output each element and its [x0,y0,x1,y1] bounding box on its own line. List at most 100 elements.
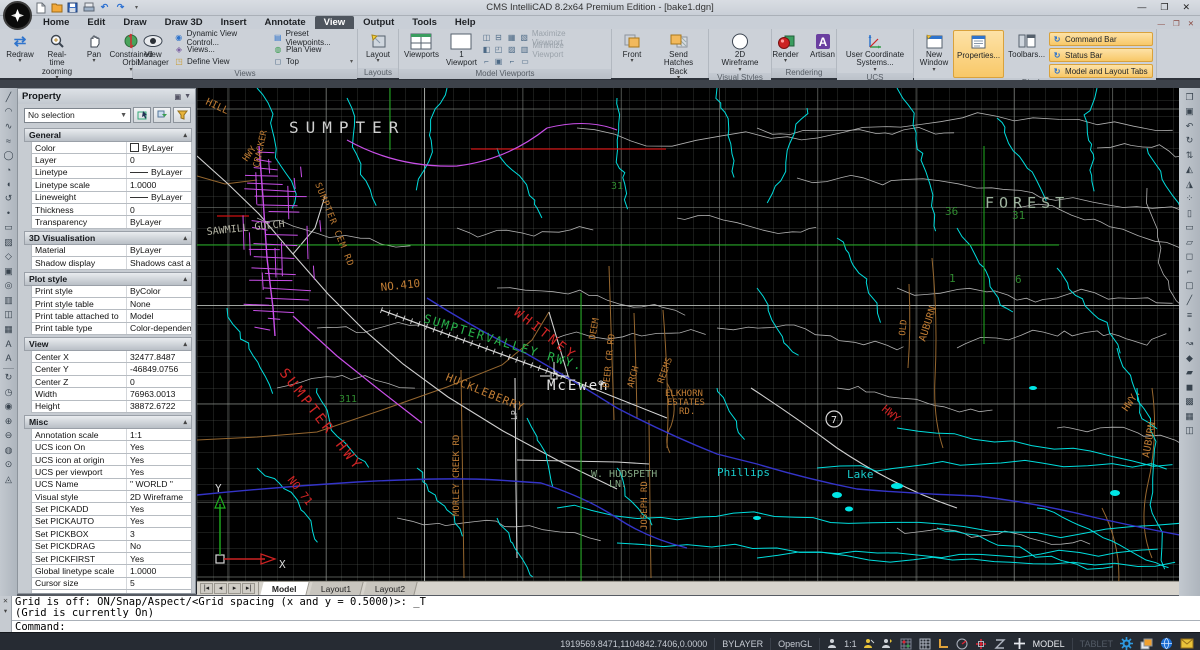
scale-icon[interactable]: ▯ [1181,206,1198,221]
property-value[interactable]: ByLayer [127,167,191,178]
property-row-linetype[interactable]: LinetypeByLayer [31,167,192,179]
prev-sheet-icon[interactable]: ◂ [214,583,227,594]
property-value[interactable]: Yes [127,590,191,593]
top-view-item[interactable]: ◻Top▾ [271,56,355,67]
globe-icon[interactable] [1160,637,1173,650]
property-row-ucs-icon-on[interactable]: UCS icon OnYes [31,441,192,453]
property-value[interactable]: 1.0000 [127,179,191,190]
model-space-indicator[interactable]: MODEL [1033,639,1065,649]
polar-tracking-icon[interactable] [956,638,968,650]
collapse-icon[interactable]: ▴ [183,234,187,242]
rotate-icon[interactable]: ↻ [1181,134,1198,149]
property-row-shadow-display[interactable]: Shadow displayShadows cast and rec... [31,257,192,269]
settings-gear-icon[interactable] [1120,637,1133,650]
mail-icon[interactable] [1180,638,1194,649]
bylayer-indicator[interactable]: BYLAYER [722,639,763,649]
solid-icon[interactable]: ◼ [1181,380,1198,395]
property-value[interactable]: 0 [127,204,191,215]
auto-annotation-icon[interactable] [882,638,893,649]
property-value[interactable]: None [127,298,191,309]
property-value[interactable]: 3 [127,528,191,539]
redraw-button[interactable]: ⇄ Redraw▾ [2,30,38,81]
sheet-tab-model[interactable]: Model [260,582,309,595]
collapse-icon[interactable]: ▴ [183,340,187,348]
property-value[interactable]: Yes [127,466,191,477]
property-row-center-y[interactable]: Center Y-46849.0756 [31,363,192,375]
redraw-tool-icon[interactable]: ↻ [1,371,16,386]
snap-icon[interactable] [900,638,912,650]
property-row-annotation-scale[interactable]: Annotation scale1:1 [31,429,192,441]
property-value[interactable]: Color-dependent print ... [127,323,191,334]
toolbars-button[interactable]: Toolbars... [1005,30,1048,78]
property-row-print-style[interactable]: Print styleByColor [31,286,192,298]
menu-tab-draw-3d[interactable]: Draw 3D [156,16,212,29]
layout-button[interactable]: Layout▾ [360,30,396,68]
section-header-3d-visualisation[interactable]: 3D Visualisation▴ [24,231,192,245]
point-tool-icon[interactable]: • [1,206,16,221]
tablet-indicator[interactable]: TABLET [1080,639,1113,649]
collapse-icon[interactable]: ▴ [183,275,187,283]
join-icon[interactable]: ≡ [1181,308,1198,323]
property-row-layer[interactable]: Layer0 [31,154,192,166]
status-bar-toggle[interactable]: ↻Status Bar [1049,48,1153,62]
text-tool-icon[interactable]: A [1,337,16,352]
property-value[interactable]: 38872.6722 [127,401,191,412]
property-value[interactable]: Shadows cast and rec... [127,257,191,268]
property-row-linetype-scale[interactable]: Linetype scale1.0000 [31,179,192,191]
quick-select-button[interactable] [153,107,171,123]
property-row-print-table-attached-to[interactable]: Print table attached toModel [31,310,192,322]
property-value[interactable]: ByColor [127,286,191,297]
property-value[interactable]: 1.0000 [127,565,191,576]
define-view-item[interactable]: ◳Define View [172,56,270,67]
property-row-ucs-name[interactable]: UCS Name" WORLD " [31,479,192,491]
split-horizontal-icon[interactable]: ⊟ [493,32,504,43]
property-value[interactable]: " WORLD " [127,479,191,490]
section-header-misc[interactable]: Misc▴ [24,415,192,429]
chamfer-icon[interactable]: ▢ [1181,279,1198,294]
layers-icon[interactable] [1140,638,1153,650]
otrack-icon[interactable] [994,638,1006,650]
menu-tab-edit[interactable]: Edit [78,16,114,29]
join-viewport-icon[interactable]: ⌐ [481,56,492,67]
property-value[interactable]: ByLayer [127,216,191,227]
selection-dropdown[interactable]: No selection▼ [24,108,131,123]
grid-icon[interactable] [919,638,931,650]
property-value[interactable]: 76963.0013 [127,388,191,399]
command-console[interactable]: Grid is off: ON/Snap/Aspect/<Grid spacin… [12,596,1200,632]
property-row-center-x[interactable]: Center X32477.8487 [31,351,192,363]
wipeout-tool-icon[interactable]: ▥ [1,293,16,308]
table-tool-icon[interactable]: ▦ [1,322,16,337]
align-icon[interactable]: ◮ [1181,177,1198,192]
sheet-tab-layout2[interactable]: Layout2 [363,582,417,595]
view-manager-button[interactable]: View Manager [135,30,171,69]
undo-icon[interactable]: ↶ [98,2,111,14]
property-value[interactable]: 1:1 [127,429,191,440]
revcloud-tool-icon[interactable]: ↺ [1,192,16,207]
doc-minimize-button[interactable]: — [1157,19,1165,28]
close-command-bar-icon[interactable]: ✕ [3,597,8,605]
menu-tab-annotate[interactable]: Annotate [255,16,314,29]
restore-button[interactable]: ❐ [1160,2,1168,13]
zoom-extents-icon[interactable]: ◍ [1,443,16,458]
split-vertical-icon[interactable]: ◫ [481,32,492,43]
collapse-icon[interactable]: ▴ [183,418,187,426]
property-row-lineweight[interactable]: LineweightByLayer [31,192,192,204]
property-row-transparency[interactable]: TransparencyByLayer [31,216,192,228]
property-value[interactable]: 5 [127,578,191,589]
property-row-print-style-table[interactable]: Print style tableNone [31,298,192,310]
undo-icon[interactable]: ↶ [1181,119,1198,134]
first-sheet-icon[interactable]: |◂ [200,583,213,594]
render-button[interactable]: Render▾ [768,30,804,68]
opengl-indicator[interactable]: OpenGL [778,639,812,649]
ellipse-tool-icon[interactable]: ◖ [1,177,16,192]
array-icon[interactable]: ⁘ [1181,192,1198,207]
property-value[interactable]: No [127,541,191,552]
property-value[interactable]: ByLayer [127,142,191,153]
panel-pin-icon[interactable]: ▼ [184,93,191,101]
arc-tool-icon[interactable]: ◠ [1,105,16,120]
mtext-tool-icon[interactable]: A [1,351,16,366]
wireframe-button[interactable]: 2D Wireframe▾ [719,30,762,73]
ortho-icon[interactable] [938,638,949,649]
plot-icon[interactable] [82,2,95,14]
property-panel-header[interactable]: Property ▣ ▼ [18,89,195,104]
